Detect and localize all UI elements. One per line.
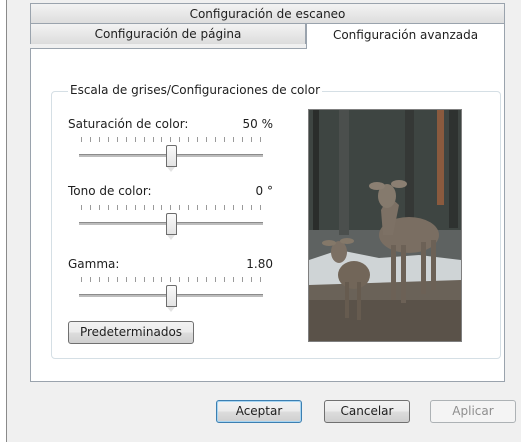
tick-mark — [241, 137, 243, 142]
tick-mark — [250, 137, 252, 142]
tick-mark — [188, 277, 190, 282]
tick-mark — [125, 205, 127, 210]
gamma-value: 1.80 — [246, 257, 273, 271]
tick-mark — [215, 137, 217, 142]
tick-mark — [161, 137, 163, 142]
tick-mark — [197, 277, 199, 282]
tick-mark — [98, 277, 100, 282]
tick-mark — [224, 205, 225, 210]
tick-mark — [116, 277, 118, 282]
tick-mark — [250, 205, 252, 210]
tick-mark — [250, 277, 252, 282]
apply-button[interactable]: Aplicar — [430, 400, 516, 423]
tick-mark — [161, 277, 163, 282]
tick-mark — [179, 205, 181, 210]
tick-mark — [89, 277, 91, 282]
gamma-slider-thumb[interactable] — [166, 285, 177, 312]
tick-mark — [206, 137, 208, 142]
tick-mark — [125, 137, 127, 142]
tick-mark — [98, 205, 100, 210]
tab-scan-settings[interactable]: Configuración de escaneo — [30, 3, 505, 24]
tick-mark — [197, 205, 199, 210]
tick-mark — [179, 137, 181, 142]
tick-mark — [89, 205, 91, 210]
tick-mark — [241, 205, 243, 210]
tick-mark — [170, 137, 172, 142]
tick-mark — [232, 205, 234, 210]
defaults-button[interactable]: Predeterminados — [68, 321, 194, 344]
hue-ticks — [81, 205, 261, 210]
tick-mark — [152, 137, 154, 142]
tick-mark — [259, 205, 261, 210]
hue-label: Tono de color: — [68, 184, 152, 198]
tick-mark — [134, 137, 136, 142]
preview-image — [308, 109, 462, 342]
tick-mark — [161, 205, 163, 210]
saturation-ticks — [81, 137, 261, 142]
tick-mark — [107, 137, 109, 142]
tick-mark — [206, 277, 208, 282]
tick-mark — [232, 277, 234, 282]
tick-mark — [232, 137, 234, 142]
tick-mark — [143, 137, 145, 142]
tab-page-settings[interactable]: Configuración de página — [30, 23, 306, 44]
tick-mark — [188, 137, 190, 142]
tick-mark — [107, 277, 109, 282]
tick-mark — [170, 205, 172, 210]
saturation-slider-thumb[interactable] — [166, 145, 177, 172]
tab-advanced-settings[interactable]: Configuración avanzada — [306, 23, 505, 49]
tick-mark — [170, 277, 172, 282]
advanced-settings-panel: Escala de grises/Configuraciones de colo… — [30, 48, 505, 382]
accept-button[interactable]: Aceptar — [216, 400, 302, 423]
tick-mark — [224, 137, 225, 142]
tick-mark — [143, 277, 145, 282]
tick-mark — [89, 137, 91, 142]
tick-mark — [152, 205, 154, 210]
cancel-button[interactable]: Cancelar — [324, 400, 410, 423]
tick-mark — [134, 277, 136, 282]
tick-mark — [116, 137, 118, 142]
tick-mark — [98, 137, 100, 142]
tick-mark — [81, 137, 82, 142]
tick-mark — [116, 205, 118, 210]
saturation-value: 50 % — [242, 117, 274, 131]
tick-mark — [143, 205, 145, 210]
tick-mark — [215, 277, 217, 282]
tick-mark — [81, 277, 82, 282]
deer-preview-icon — [309, 110, 461, 341]
tick-mark — [224, 277, 225, 282]
settings-dialog: Configuración de escaneo Configuración d… — [6, 0, 521, 442]
color-settings-group-title: Escala de grises/Configuraciones de colo… — [68, 83, 323, 97]
tick-mark — [241, 277, 243, 282]
tick-mark — [107, 205, 109, 210]
tick-mark — [259, 277, 261, 282]
tick-mark — [215, 205, 217, 210]
gamma-ticks — [81, 277, 261, 282]
tick-mark — [259, 137, 261, 142]
tick-mark — [197, 137, 199, 142]
tick-mark — [179, 277, 181, 282]
tick-mark — [125, 277, 127, 282]
tick-mark — [188, 205, 190, 210]
tick-mark — [81, 205, 82, 210]
tick-mark — [152, 277, 154, 282]
hue-value: 0 ° — [255, 184, 273, 198]
tick-mark — [134, 205, 136, 210]
tick-mark — [206, 205, 208, 210]
gamma-label: Gamma: — [68, 257, 120, 271]
saturation-label: Saturación de color: — [68, 117, 189, 131]
hue-slider-thumb[interactable] — [166, 213, 177, 240]
